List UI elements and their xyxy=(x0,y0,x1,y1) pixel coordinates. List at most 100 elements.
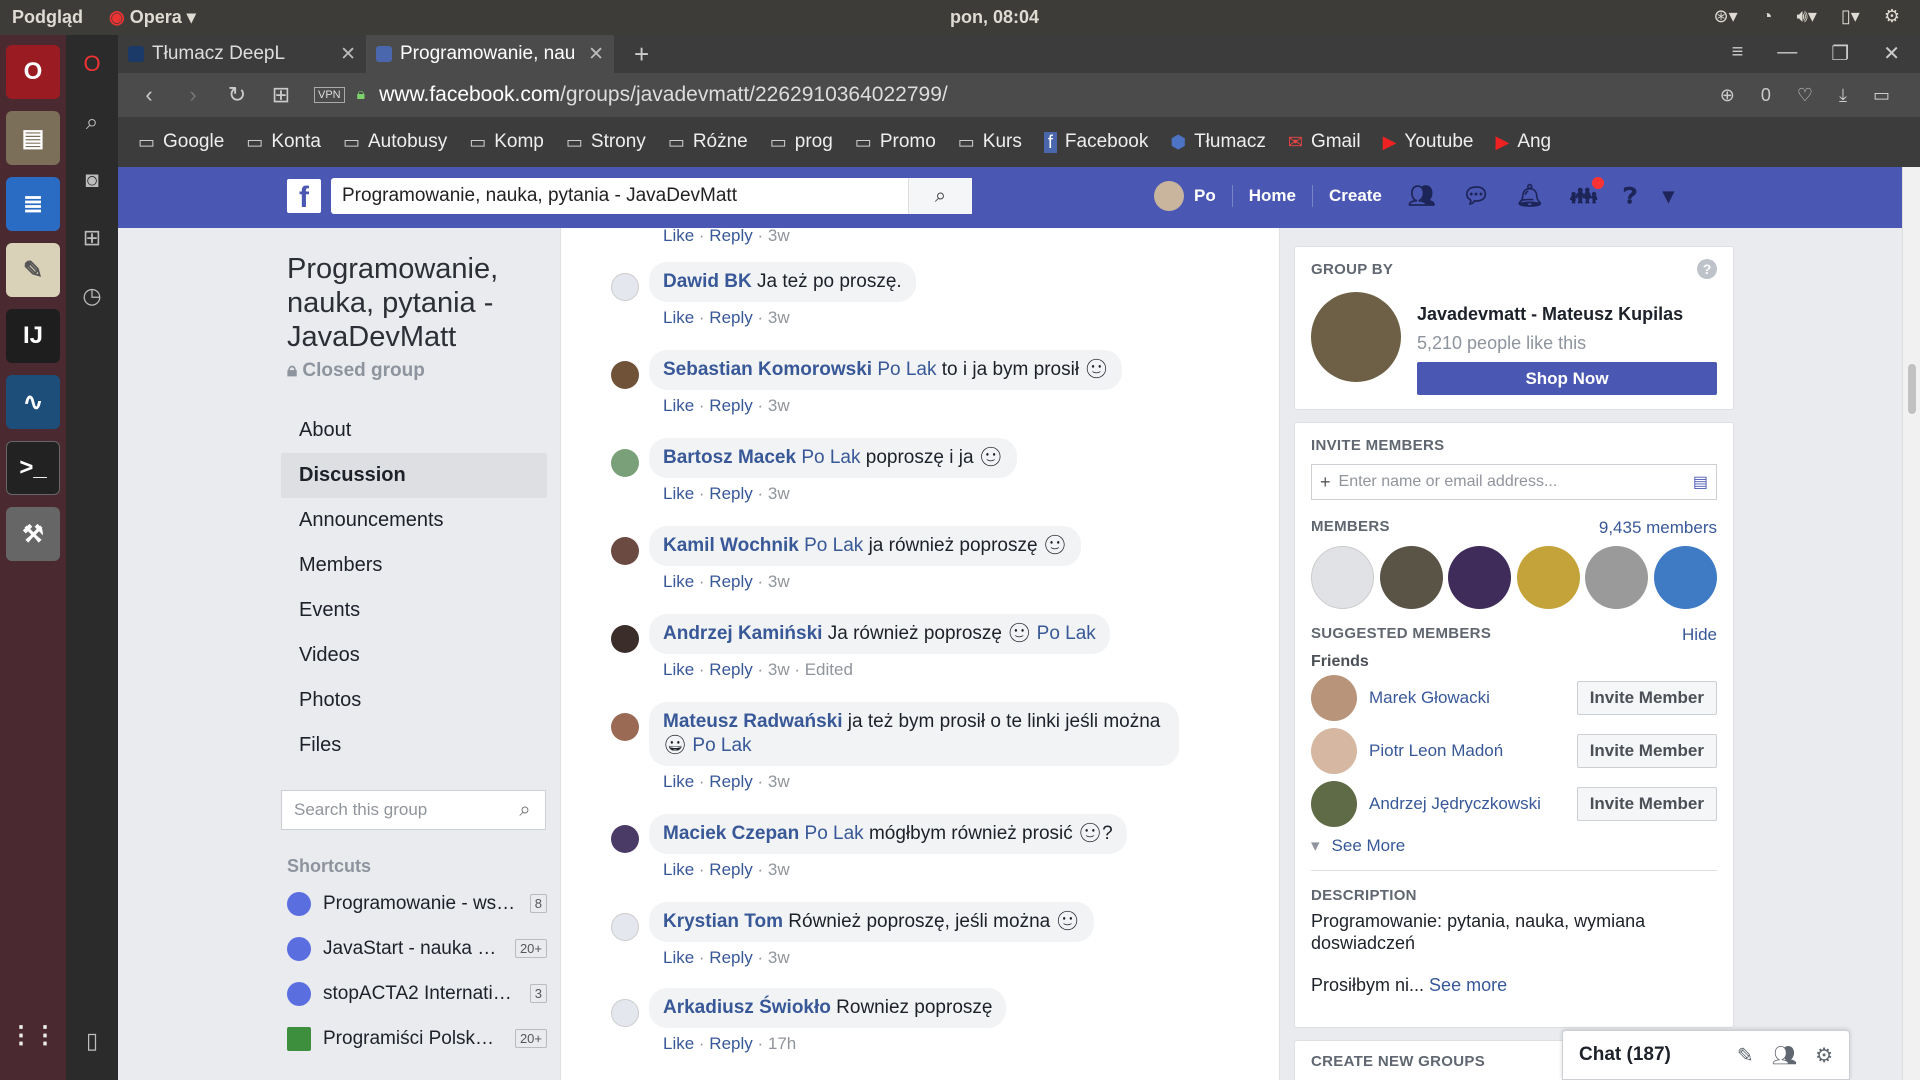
bookmark-rozne[interactable]: ▭ Różne xyxy=(668,131,748,153)
opera-launcher-icon[interactable]: O xyxy=(6,45,60,99)
avatar[interactable] xyxy=(611,999,639,1027)
forward-icon[interactable]: › xyxy=(182,82,204,108)
reply-link[interactable]: Reply xyxy=(709,228,752,245)
reply-link[interactable]: Reply xyxy=(709,772,752,791)
hide-link[interactable]: Hide xyxy=(1682,625,1717,645)
shortcut-item[interactable]: stopACTA2 Internatio… 3 xyxy=(287,971,547,1016)
settings-gear-icon[interactable]: ⚙ xyxy=(1884,6,1900,27)
bookmark-facebook[interactable]: f Facebook xyxy=(1043,131,1148,153)
group-members-icon[interactable]: 👪︎ xyxy=(1570,177,1604,209)
bookmark-prog[interactable]: ▭ prog xyxy=(770,131,833,153)
members-count-link[interactable]: 9,435 members xyxy=(1599,518,1717,538)
app-menu[interactable]: Podgląd xyxy=(12,7,83,28)
heart-icon[interactable]: ♡ xyxy=(1797,85,1813,106)
avatar[interactable] xyxy=(611,273,639,301)
files-launcher-icon[interactable]: ▤ xyxy=(6,111,60,165)
comment-author[interactable]: Krystian Tom xyxy=(663,911,783,932)
avatar[interactable] xyxy=(611,449,639,477)
reply-link[interactable]: Reply xyxy=(709,484,752,503)
shortcut-item[interactable]: JavaStart - nauka p… 20+ xyxy=(287,926,547,971)
tab-deepl[interactable]: Tłumacz DeepL ✕ xyxy=(118,35,366,73)
like-link[interactable]: Like xyxy=(663,228,694,245)
like-link[interactable]: Like xyxy=(663,396,694,415)
avatar[interactable] xyxy=(611,537,639,565)
invite-input[interactable]: + Enter name or email address... ▤ xyxy=(1311,464,1717,500)
friend-requests-icon[interactable]: 👥︎ xyxy=(1408,183,1436,209)
avatar[interactable] xyxy=(1311,780,1357,827)
avatar[interactable] xyxy=(1653,546,1717,609)
close-window-icon[interactable]: ✕ xyxy=(1883,41,1900,66)
page-scrollbar[interactable] xyxy=(1902,167,1920,1080)
speed-dial-icon[interactable]: ⊞ xyxy=(66,209,118,267)
new-group-chat-icon[interactable]: 👥︎ xyxy=(1772,1043,1797,1068)
like-link[interactable]: Like xyxy=(663,1034,694,1053)
tab-menu-icon[interactable]: ≡ xyxy=(1732,41,1744,66)
bookmark-youtube[interactable]: ▶ Youtube xyxy=(1383,131,1474,153)
bookmark-konta[interactable]: ▭ Konta xyxy=(246,131,321,153)
nav-discussion[interactable]: Discussion xyxy=(281,453,547,498)
search-icon[interactable]: ⌕ xyxy=(66,93,118,151)
avatar[interactable] xyxy=(611,825,639,853)
bookmark-gmail[interactable]: ✉ Gmail xyxy=(1288,131,1361,153)
minimize-icon[interactable]: — xyxy=(1777,41,1797,66)
facebook-logo-icon[interactable]: f xyxy=(287,179,321,214)
avatar[interactable] xyxy=(1448,546,1512,609)
app-grid-icon[interactable]: ⋮⋮ xyxy=(6,1008,60,1062)
reply-link[interactable]: Reply xyxy=(709,1034,752,1053)
bookmark-google[interactable]: ▭ Google xyxy=(138,131,224,153)
comment-author[interactable]: Maciek Czepan xyxy=(663,823,799,844)
zoom-icon[interactable]: ⊕ xyxy=(1720,85,1735,106)
mention-link[interactable]: Po Lak xyxy=(804,535,863,556)
comment-author[interactable]: Arkadiusz Świokło xyxy=(663,997,831,1018)
see-more-link[interactable]: ▾ See More xyxy=(1311,836,1717,856)
mention-link[interactable]: Po Lak xyxy=(692,735,751,756)
like-link[interactable]: Like xyxy=(663,948,694,967)
shortcut-item[interactable]: Programiści Polska… 20+ xyxy=(287,1016,547,1061)
bookmark-kurs[interactable]: ▭ Kurs xyxy=(958,131,1022,153)
profile-link[interactable]: Po xyxy=(1194,186,1216,206)
system-settings-launcher-icon[interactable]: ⚒ xyxy=(6,507,60,561)
reply-link[interactable]: Reply xyxy=(709,860,752,879)
reply-link[interactable]: Reply xyxy=(709,572,752,591)
accessibility-icon[interactable]: ⊛▾ xyxy=(1714,6,1738,27)
reply-link[interactable]: Reply xyxy=(709,948,752,967)
tabs-grid-icon[interactable]: ⊞ xyxy=(270,82,292,108)
invite-member-button[interactable]: Invite Member xyxy=(1576,733,1717,768)
opera-logo-icon[interactable]: O xyxy=(66,35,118,93)
like-link[interactable]: Like xyxy=(663,308,694,327)
avatar[interactable] xyxy=(1516,546,1580,609)
mention-link[interactable]: Po Lak xyxy=(877,359,936,380)
avatar[interactable] xyxy=(1311,546,1374,609)
reply-link[interactable]: Reply xyxy=(709,396,752,415)
mysql-launcher-icon[interactable]: ∿ xyxy=(6,375,60,429)
close-tab-icon[interactable]: ✕ xyxy=(340,43,356,66)
battery-icon[interactable]: ▯▾ xyxy=(1841,6,1860,27)
page-name[interactable]: Javadevmatt - Mateusz Kupilas xyxy=(1417,304,1717,325)
description-see-more-link[interactable]: See more xyxy=(1429,975,1507,995)
document-launcher-icon[interactable]: ≣ xyxy=(6,177,60,231)
like-link[interactable]: Like xyxy=(663,572,694,591)
group-search-input[interactable]: Search this group ⌕ xyxy=(281,790,546,830)
home-link[interactable]: Home xyxy=(1249,186,1296,206)
mention-link[interactable]: Po Lak xyxy=(1037,623,1096,644)
battery-saver-icon[interactable]: ▭ xyxy=(1873,85,1890,106)
shop-now-button[interactable]: Shop Now xyxy=(1417,362,1717,395)
comment-author[interactable]: Sebastian Komorowski xyxy=(663,359,872,380)
avatar[interactable] xyxy=(1154,181,1184,211)
like-link[interactable]: Like xyxy=(663,860,694,879)
avatar[interactable] xyxy=(611,625,639,653)
account-menu-chevron-down-icon[interactable]: ▾ xyxy=(1663,183,1674,209)
comment-author[interactable]: Andrzej Kamiński xyxy=(663,623,822,644)
reload-icon[interactable]: ↻ xyxy=(226,82,248,108)
compose-icon[interactable]: ✎ xyxy=(1737,1043,1754,1068)
bookmark-tlumacz[interactable]: ⬢ Tłumacz xyxy=(1170,131,1266,153)
nav-events[interactable]: Events xyxy=(287,588,547,633)
help-icon[interactable]: ❓︎ xyxy=(1624,183,1637,209)
terminal-launcher-icon[interactable]: >_ xyxy=(6,441,60,495)
page-avatar[interactable] xyxy=(1311,292,1401,382)
notifications-bell-icon[interactable]: 🔔︎ xyxy=(1516,183,1544,209)
nav-members[interactable]: Members xyxy=(287,543,547,588)
adblock-count[interactable]: 0 xyxy=(1761,85,1771,106)
volume-icon[interactable]: 🔊︎▾ xyxy=(1797,6,1817,27)
chat-bar[interactable]: Chat (187) ✎ 👥︎ ⚙ xyxy=(1562,1030,1850,1080)
